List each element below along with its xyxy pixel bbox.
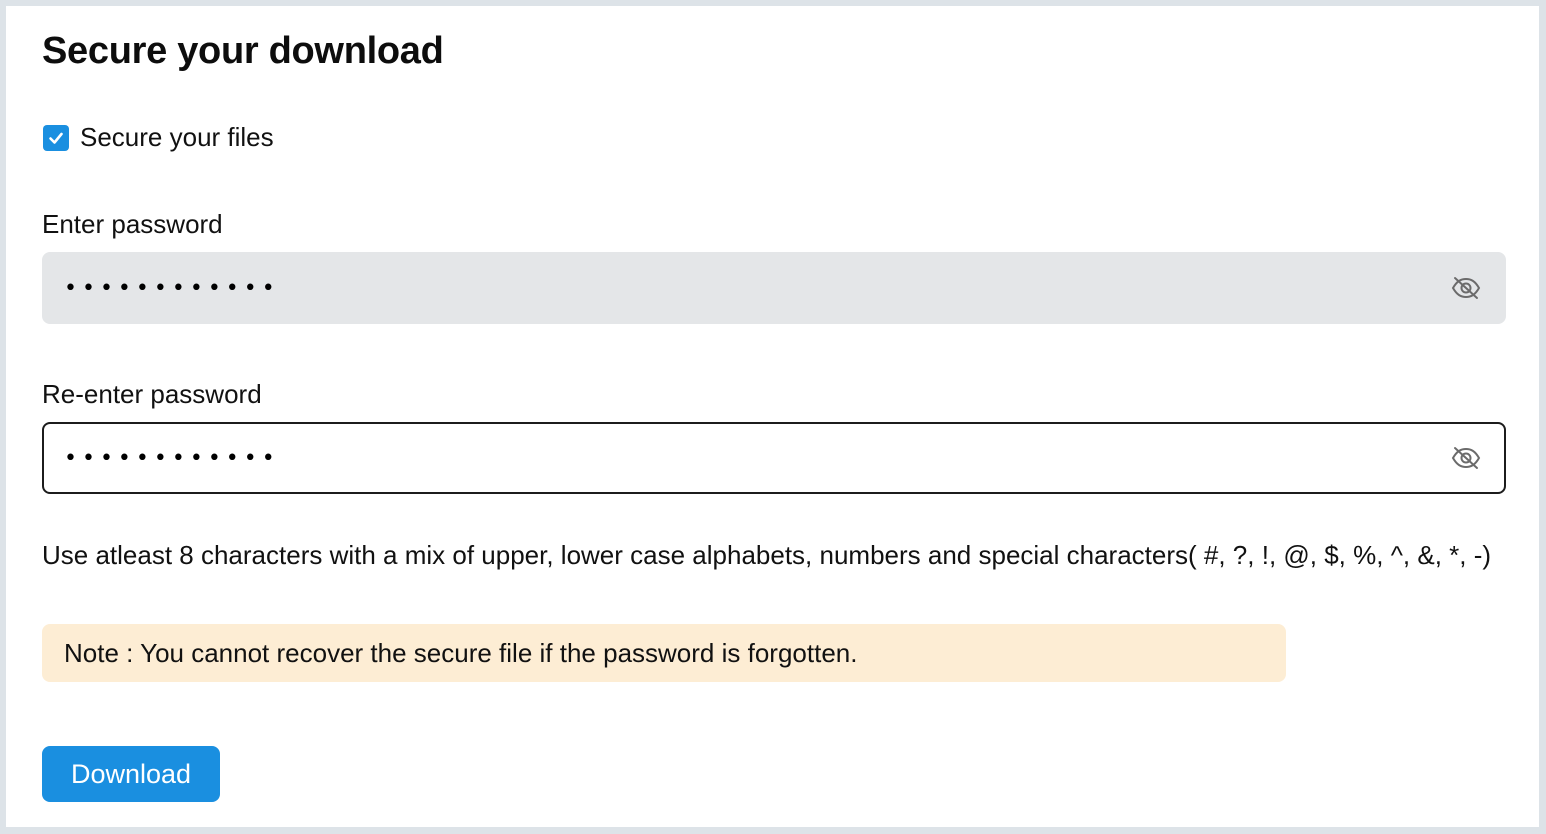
password-field[interactable]: ••••••••••••: [42, 252, 1506, 324]
recovery-warning-note: Note : You cannot recover the secure fil…: [42, 624, 1286, 682]
confirm-password-input[interactable]: ••••••••••••: [64, 446, 1448, 470]
eye-slash-icon: [1451, 277, 1481, 299]
confirm-password-label: Re-enter password: [42, 379, 262, 409]
secure-files-label: Secure your files: [80, 122, 274, 152]
secure-download-panel: Secure your download Secure your files E…: [6, 6, 1539, 827]
secure-files-option[interactable]: Secure your files: [43, 122, 274, 153]
confirm-password-field[interactable]: ••••••••••••: [42, 422, 1506, 494]
eye-slash-icon: [1451, 447, 1481, 469]
secure-files-checkbox[interactable]: [43, 124, 69, 151]
password-requirements-hint: Use atleast 8 characters with a mix of u…: [42, 540, 1492, 570]
password-input[interactable]: ••••••••••••: [64, 276, 1448, 300]
show-password-toggle[interactable]: [1448, 270, 1484, 306]
show-confirm-password-toggle[interactable]: [1448, 440, 1484, 476]
password-label: Enter password: [42, 209, 223, 239]
download-button[interactable]: Download: [42, 746, 220, 802]
checkmark-icon: [49, 132, 63, 144]
page-title: Secure your download: [42, 30, 444, 72]
recovery-warning-text: Note : You cannot recover the secure fil…: [64, 637, 858, 668]
